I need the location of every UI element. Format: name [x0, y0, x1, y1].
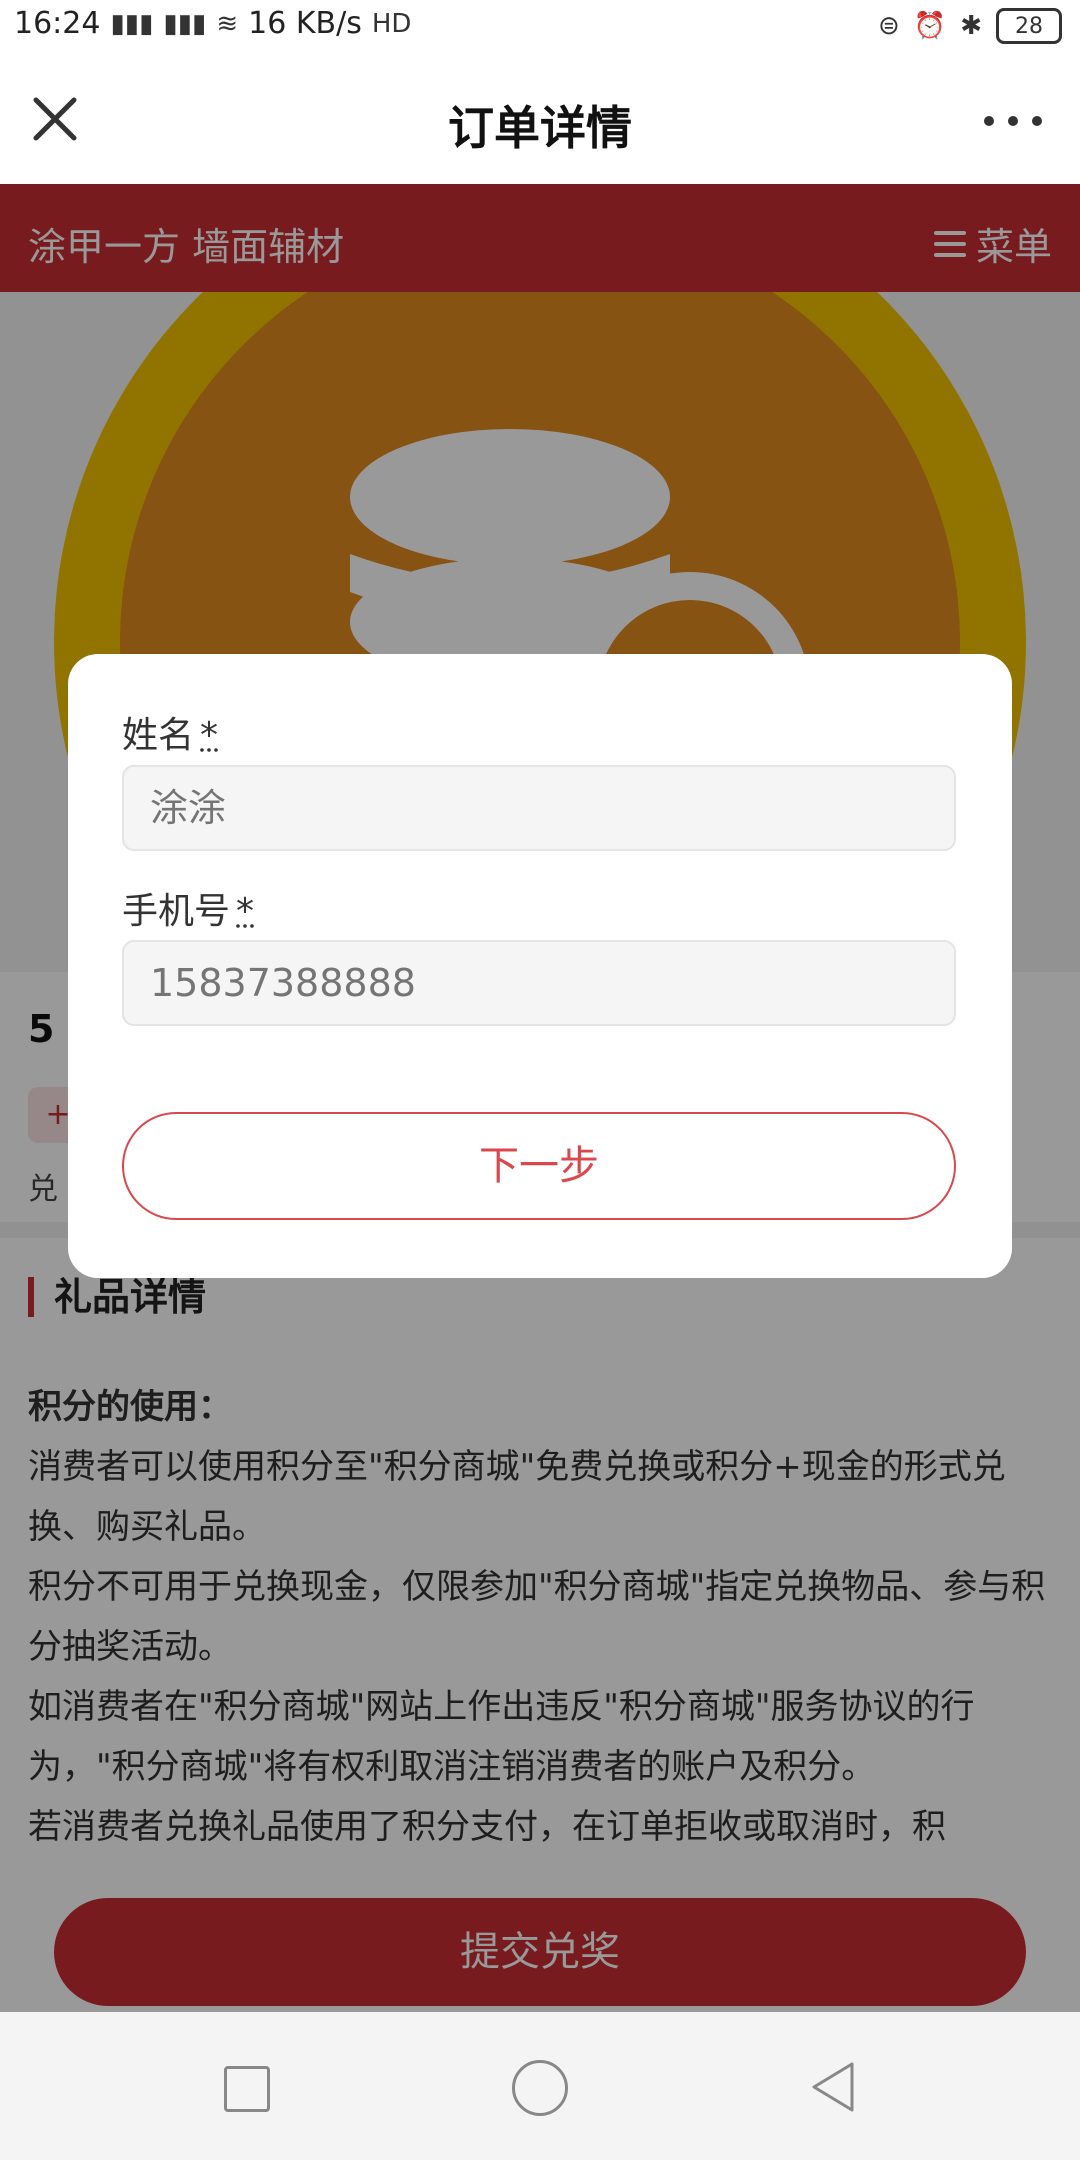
alarm-icon: ⏰	[913, 11, 947, 41]
home-icon[interactable]	[512, 2060, 568, 2116]
battery-icon: 28	[996, 8, 1062, 44]
contact-info-dialog: 姓名* 手机号* 下一步	[68, 654, 1012, 1278]
more-dot	[1008, 116, 1018, 126]
more-dot	[1032, 116, 1042, 126]
system-nav-bar	[0, 2012, 1080, 2160]
status-left: 16:24 ▮▮▮ ▮▮▮ ≋ 16 KB/s HD	[14, 6, 411, 41]
phone-input[interactable]	[122, 940, 956, 1026]
recent-apps-icon[interactable]	[224, 2066, 270, 2112]
next-step-button[interactable]: 下一步	[122, 1112, 956, 1220]
required-marker: *	[200, 715, 219, 756]
4g-signal-icon: ▮▮▮	[110, 8, 154, 39]
top-nav: 订单详情	[0, 56, 1080, 185]
required-marker: *	[236, 891, 255, 932]
phone-label-text: 手机号	[122, 891, 231, 932]
more-dot	[984, 116, 994, 126]
network-speed: 16 KB/s	[248, 6, 362, 41]
battery-level: 28	[1015, 13, 1043, 39]
status-right: ⊜ ⏰ ✱ 28	[878, 8, 1062, 44]
bluetooth-icon: ✱	[960, 11, 982, 41]
back-icon[interactable]	[808, 2060, 858, 2114]
name-label-text: 姓名	[122, 715, 195, 756]
phone-label: 手机号 *	[122, 882, 254, 934]
wifi-icon: ≋	[216, 8, 239, 39]
name-label: 姓名 *	[122, 706, 218, 758]
status-bar: 16:24 ▮▮▮ ▮▮▮ ≋ 16 KB/s HD ⊜ ⏰ ✱ 28	[0, 0, 1080, 56]
clock: 16:24	[14, 6, 101, 41]
name-input[interactable]	[122, 765, 956, 851]
lock-icon: ⊜	[878, 11, 900, 41]
page-title: 订单详情	[448, 101, 632, 155]
more-icon[interactable]	[980, 86, 1050, 156]
4g-signal-icon: ▮▮▮	[163, 8, 207, 39]
hd-icon: HD	[371, 8, 412, 39]
